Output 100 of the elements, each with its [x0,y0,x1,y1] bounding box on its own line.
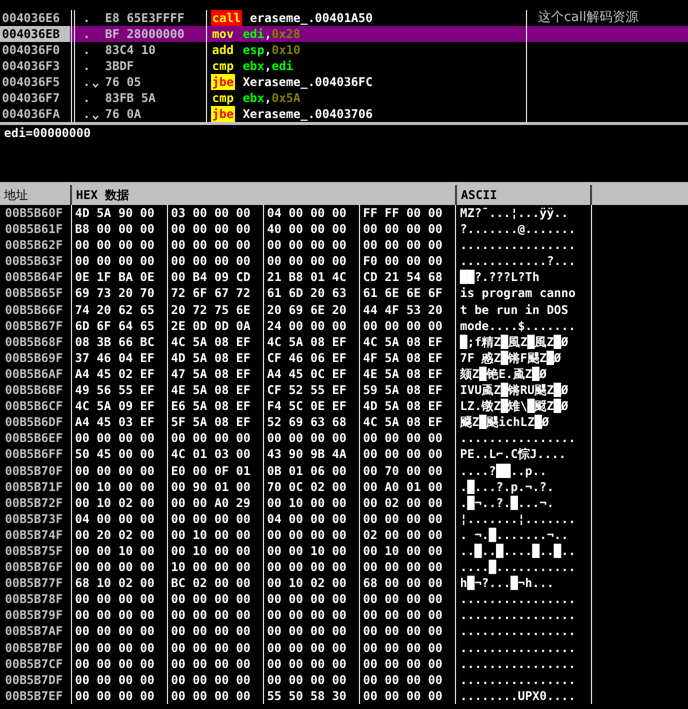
hex-cell: BC 02 00 00 [171,576,250,590]
address-cell-text: 004036F3 [1,58,61,74]
address-cell: 00B5B63F [5,254,63,268]
hex-cell: 74 20 62 65 [75,302,154,317]
hex-cell: 00 00 00 00 [267,608,346,622]
ascii-cell: .█...?.p.¬.?. [460,480,554,494]
hex-cell: 04 00 00 00 [75,512,154,526]
hex-cell: 24 00 00 00 [267,318,346,333]
address-cell: 00B5B65F [5,286,63,300]
address-cell-text: 004036F7 [1,90,61,106]
ascii-cell: ................ [460,592,576,606]
ascii-cell: PE..L⌐.C悰J.... [460,447,566,462]
ascii-cell: 飋Z█颸ichLZ█Ø [460,415,550,430]
mnemonic: jbe [211,74,235,90]
mnemonic: mov [211,26,235,42]
hex-cell: 6D 6F 64 65 [75,318,154,333]
flow-mark: . [83,42,90,58]
hex-cell: 00 00 00 00 [363,608,442,622]
disassembly-row[interactable]: 004036FA . 76 0A jbe Xeraseme_.00403706 [0,106,688,122]
disassembly-row[interactable]: 004036EB . BF 28000000 mov edi,0x28 [0,26,688,42]
mnemonic: cmp [211,90,235,106]
hex-cell: 00 00 00 00 [75,238,154,252]
hex-cell: 4F 5A 08 EF [363,350,442,365]
register-info: edi=00000000 [4,126,91,140]
hex-cell: 00 00 00 00 [171,431,250,446]
hex-cell: 04 00 00 00 [267,206,346,220]
hex-cell: 00 00 00 00 [267,656,346,671]
address-cell: 00B5B74F [5,528,63,542]
hex-cell: 00 A0 01 00 [363,480,442,494]
mnemonic: jbe [211,106,235,122]
hex-cell: 02 00 00 00 [363,528,442,542]
hex-cell: 00 00 00 00 [171,640,250,655]
column-header[interactable]: 地址 [0,185,72,205]
address-cell-text: 004036F5 [1,74,61,90]
hex-cell: 59 5A 08 EF [363,383,442,398]
hex-cell: FF FF 00 00 [363,206,442,220]
bytes-cell-text: 76 05 [105,74,142,90]
mnemonic: cmp [211,58,235,74]
flow-mark: . [83,90,90,106]
hex-cell: 00 10 00 00 [171,528,250,542]
operands: Xeraseme_.00403706 [242,106,373,122]
flow-mark: . [83,58,90,74]
address-cell-text: 004036F0 [1,42,61,58]
address-cell: 00B5B75F [5,544,63,558]
hex-cell: 61 6E 6E 6F [363,286,442,300]
ascii-cell: ....?██..p.. [460,464,547,478]
hex-cell: 00 00 00 00 [267,431,346,446]
hex-cell: 03 00 00 00 [171,206,250,220]
ascii-cell: IVU颪Z█锵RU颸Z█Ø [460,383,568,398]
hex-cell: 00 00 00 00 [363,447,442,462]
hex-cell: A4 45 02 EF [75,366,154,381]
hex-cell: 04 00 00 00 [267,512,346,526]
hex-cell: 00 00 00 00 [75,560,154,574]
hex-cell: 00 00 00 00 [363,672,442,687]
hex-cell: 00 00 00 00 [171,592,250,606]
hex-cell: 00 00 00 00 [171,222,250,236]
address-cell: 004036EB [0,26,70,42]
hex-cell: 00 00 00 00 [363,512,442,526]
ascii-cell: ¦.......¦....... [460,512,576,526]
hex-cell: 00 70 00 00 [363,464,442,478]
ascii-cell: ................ [460,624,576,638]
hex-cell: 4C 5A 08 EF [171,334,250,349]
hex-cell: 72 6F 67 72 [171,286,250,300]
hex-cell: 00 00 00 00 [171,254,250,268]
disassembly-row[interactable]: 004036F0 . 83C4 10 add esp,0x10 [0,42,688,58]
ascii-cell: ............?... [460,254,576,268]
hex-cell: E0 00 0F 01 [171,464,250,478]
hex-cell: 00 00 00 00 [171,512,250,526]
hex-cell: CD 21 54 68 [363,270,442,284]
column-header[interactable]: HEX 数据 [72,185,457,205]
hex-cell: 00 00 00 00 [363,238,442,252]
hex-cell: 00 00 00 00 [267,592,346,606]
hex-cell: 00 00 00 00 [75,592,154,606]
address-cell: 00B5B7CF [5,656,63,671]
hex-cell: 44 4F 53 20 [363,302,442,317]
hex-cell: 00 00 00 00 [363,592,442,606]
bytes-cell-text: 76 0A [105,106,142,122]
hex-cell: 4D 5A 08 EF [171,350,250,365]
operands: eraseme_.00401A50 [250,10,373,26]
address-cell: 00B5B61F [5,222,63,236]
address-cell: 00B5B7EF [5,688,63,703]
ascii-cell: LZ.镦Z█雉\█颬Z█Ø [460,399,568,414]
address-cell: 00B5B6BF [5,383,63,398]
address-cell: 00B5B67F [5,318,63,333]
bytes-cell-text: BF 28000000 [105,26,186,42]
hex-cell: 00 00 00 00 [75,431,154,446]
ascii-cell: ██?.???L?Th [460,270,540,284]
ascii-cell: h█¬?...█¬h... [460,576,554,590]
hex-cell: 00 00 00 00 [75,656,154,671]
hex-cell: F0 00 00 00 [363,254,442,268]
hex-cell: 68 10 02 00 [75,576,154,590]
hex-cell: 00 02 00 00 [363,496,442,510]
hex-cell: A4 45 03 EF [75,415,154,430]
hex-cell: 00 00 00 00 [267,560,346,574]
hex-cell: 00 00 00 00 [75,688,154,703]
hex-cell: 4C 5A 08 EF [363,334,442,349]
comment: 这个call解码资源 [538,10,638,25]
hex-cell: 0B 01 06 00 [267,464,346,478]
disassembly-row[interactable]: 004036F5 . 76 05 jbe Xeraseme_.004036FC [0,74,688,90]
hex-cell: 00 00 00 00 [267,254,346,268]
